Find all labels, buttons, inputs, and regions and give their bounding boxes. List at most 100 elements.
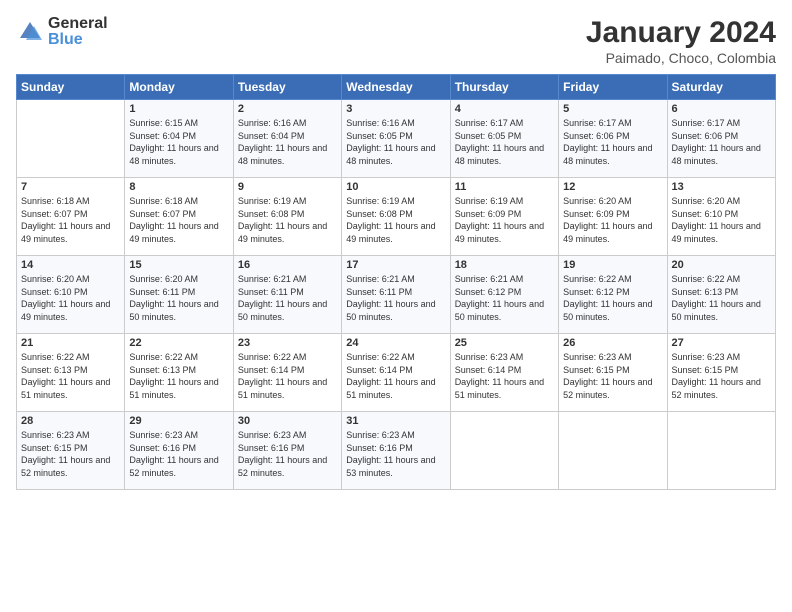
day-info: Sunrise: 6:23 AMSunset: 6:16 PMDaylight:… <box>346 429 445 479</box>
calendar-cell: 3 Sunrise: 6:16 AMSunset: 6:05 PMDaylight… <box>342 100 450 178</box>
calendar-week-row: 21 Sunrise: 6:22 AMSunset: 6:13 PMDayligh… <box>17 334 776 412</box>
day-number: 10 <box>346 181 445 193</box>
day-number: 27 <box>672 337 771 349</box>
calendar-cell: 18 Sunrise: 6:21 AMSunset: 6:12 PMDayligh… <box>450 256 558 334</box>
calendar-header: SundayMondayTuesdayWednesdayThursdayFrid… <box>17 75 776 100</box>
day-number: 12 <box>563 181 662 193</box>
day-info: Sunrise: 6:20 AMSunset: 6:09 PMDaylight:… <box>563 195 662 245</box>
day-number: 30 <box>238 415 337 427</box>
day-info: Sunrise: 6:19 AMSunset: 6:08 PMDaylight:… <box>238 195 337 245</box>
weekday-header: Friday <box>559 75 667 100</box>
title-block: January 2024 Paimado, Choco, Colombia <box>586 16 776 66</box>
calendar-cell: 11 Sunrise: 6:19 AMSunset: 6:09 PMDayligh… <box>450 178 558 256</box>
day-number: 13 <box>672 181 771 193</box>
calendar-cell: 10 Sunrise: 6:19 AMSunset: 6:08 PMDayligh… <box>342 178 450 256</box>
day-number: 14 <box>21 259 120 271</box>
day-number: 11 <box>455 181 554 193</box>
calendar-cell: 13Sunrise: 6:20 AMSunset: 6:10 PMDayligh… <box>667 178 775 256</box>
calendar-cell: 8 Sunrise: 6:18 AMSunset: 6:07 PMDaylight… <box>125 178 233 256</box>
day-number: 1 <box>129 103 228 115</box>
calendar-cell: 15 Sunrise: 6:20 AMSunset: 6:11 PMDayligh… <box>125 256 233 334</box>
day-number: 15 <box>129 259 228 271</box>
calendar-cell: 25Sunrise: 6:23 AMSunset: 6:14 PMDayligh… <box>450 334 558 412</box>
calendar-cell: 29Sunrise: 6:23 AMSunset: 6:16 PMDayligh… <box>125 412 233 490</box>
day-info: Sunrise: 6:16 AMSunset: 6:05 PMDaylight:… <box>346 117 445 167</box>
day-info: Sunrise: 6:22 AMSunset: 6:14 PMDaylight:… <box>346 351 445 401</box>
weekday-header: Saturday <box>667 75 775 100</box>
day-number: 21 <box>21 337 120 349</box>
calendar-week-row: 28 Sunrise: 6:23 AMSunset: 6:15 PMDayligh… <box>17 412 776 490</box>
weekday-header: Wednesday <box>342 75 450 100</box>
day-number: 23 <box>238 337 337 349</box>
calendar-cell: 12 Sunrise: 6:20 AMSunset: 6:09 PMDayligh… <box>559 178 667 256</box>
weekday-header: Monday <box>125 75 233 100</box>
day-number: 19 <box>563 259 662 271</box>
day-info: Sunrise: 6:19 AMSunset: 6:08 PMDaylight:… <box>346 195 445 245</box>
calendar-cell: 2Sunrise: 6:16 AMSunset: 6:04 PMDaylight… <box>233 100 341 178</box>
calendar-page: General Blue January 2024 Paimado, Choco… <box>0 0 792 612</box>
day-info: Sunrise: 6:19 AMSunset: 6:09 PMDaylight:… <box>455 195 554 245</box>
day-info: Sunrise: 6:22 AMSunset: 6:13 PMDaylight:… <box>21 351 120 401</box>
day-info: Sunrise: 6:17 AMSunset: 6:06 PMDaylight:… <box>563 117 662 167</box>
day-info: Sunrise: 6:15 AMSunset: 6:04 PMDaylight:… <box>129 117 228 167</box>
day-info: Sunrise: 6:23 AMSunset: 6:16 PMDaylight:… <box>238 429 337 479</box>
day-info: Sunrise: 6:20 AMSunset: 6:11 PMDaylight:… <box>129 273 228 323</box>
weekday-header: Thursday <box>450 75 558 100</box>
day-info: Sunrise: 6:22 AMSunset: 6:13 PMDaylight:… <box>129 351 228 401</box>
calendar-cell: 5 Sunrise: 6:17 AMSunset: 6:06 PMDaylight… <box>559 100 667 178</box>
calendar-cell: 21 Sunrise: 6:22 AMSunset: 6:13 PMDayligh… <box>17 334 125 412</box>
calendar-week-row: 7Sunrise: 6:18 AMSunset: 6:07 PMDaylight… <box>17 178 776 256</box>
calendar-cell: 7Sunrise: 6:18 AMSunset: 6:07 PMDaylight… <box>17 178 125 256</box>
day-number: 16 <box>238 259 337 271</box>
day-info: Sunrise: 6:21 AMSunset: 6:11 PMDaylight:… <box>346 273 445 323</box>
calendar-week-row: 14 Sunrise: 6:20 AMSunset: 6:10 PMDayligh… <box>17 256 776 334</box>
day-number: 25 <box>455 337 554 349</box>
calendar-cell: 19 Sunrise: 6:22 AMSunset: 6:12 PMDayligh… <box>559 256 667 334</box>
calendar-cell: 24Sunrise: 6:22 AMSunset: 6:14 PMDayligh… <box>342 334 450 412</box>
calendar-cell <box>450 412 558 490</box>
location-text: Paimado, Choco, Colombia <box>586 50 776 66</box>
calendar-cell <box>667 412 775 490</box>
calendar-cell: 4 Sunrise: 6:17 AMSunset: 6:05 PMDaylight… <box>450 100 558 178</box>
calendar-cell: 6Sunrise: 6:17 AMSunset: 6:06 PMDaylight… <box>667 100 775 178</box>
page-header: General Blue January 2024 Paimado, Choco… <box>16 16 776 66</box>
day-info: Sunrise: 6:22 AMSunset: 6:14 PMDaylight:… <box>238 351 337 401</box>
calendar-cell: 14 Sunrise: 6:20 AMSunset: 6:10 PMDayligh… <box>17 256 125 334</box>
day-info: Sunrise: 6:23 AMSunset: 6:15 PMDaylight:… <box>21 429 120 479</box>
weekday-header: Sunday <box>17 75 125 100</box>
logo-blue-text: Blue <box>48 32 108 48</box>
day-info: Sunrise: 6:21 AMSunset: 6:12 PMDaylight:… <box>455 273 554 323</box>
day-info: Sunrise: 6:18 AMSunset: 6:07 PMDaylight:… <box>129 195 228 245</box>
day-number: 9 <box>238 181 337 193</box>
day-info: Sunrise: 6:22 AMSunset: 6:12 PMDaylight:… <box>563 273 662 323</box>
day-number: 28 <box>21 415 120 427</box>
day-number: 26 <box>563 337 662 349</box>
calendar-cell: 22Sunrise: 6:22 AMSunset: 6:13 PMDayligh… <box>125 334 233 412</box>
calendar-table: SundayMondayTuesdayWednesdayThursdayFrid… <box>16 74 776 490</box>
logo-text: General Blue <box>48 16 108 48</box>
logo-general-text: General <box>48 16 108 32</box>
day-info: Sunrise: 6:22 AMSunset: 6:13 PMDaylight:… <box>672 273 771 323</box>
header-row: SundayMondayTuesdayWednesdayThursdayFrid… <box>17 75 776 100</box>
day-info: Sunrise: 6:23 AMSunset: 6:15 PMDaylight:… <box>563 351 662 401</box>
calendar-cell: 28 Sunrise: 6:23 AMSunset: 6:15 PMDayligh… <box>17 412 125 490</box>
day-info: Sunrise: 6:21 AMSunset: 6:11 PMDaylight:… <box>238 273 337 323</box>
calendar-cell <box>17 100 125 178</box>
day-info: Sunrise: 6:16 AMSunset: 6:04 PMDaylight:… <box>238 117 337 167</box>
logo-icon <box>16 18 44 46</box>
calendar-cell: 16 Sunrise: 6:21 AMSunset: 6:11 PMDayligh… <box>233 256 341 334</box>
day-number: 6 <box>672 103 771 115</box>
day-info: Sunrise: 6:20 AMSunset: 6:10 PMDaylight:… <box>21 273 120 323</box>
day-number: 3 <box>346 103 445 115</box>
calendar-cell: 17Sunrise: 6:21 AMSunset: 6:11 PMDayligh… <box>342 256 450 334</box>
calendar-cell: 27Sunrise: 6:23 AMSunset: 6:15 PMDayligh… <box>667 334 775 412</box>
calendar-cell: 9 Sunrise: 6:19 AMSunset: 6:08 PMDaylight… <box>233 178 341 256</box>
day-number: 5 <box>563 103 662 115</box>
day-number: 18 <box>455 259 554 271</box>
day-info: Sunrise: 6:17 AMSunset: 6:05 PMDaylight:… <box>455 117 554 167</box>
logo: General Blue <box>16 16 108 48</box>
calendar-cell <box>559 412 667 490</box>
day-number: 8 <box>129 181 228 193</box>
day-number: 4 <box>455 103 554 115</box>
day-number: 20 <box>672 259 771 271</box>
